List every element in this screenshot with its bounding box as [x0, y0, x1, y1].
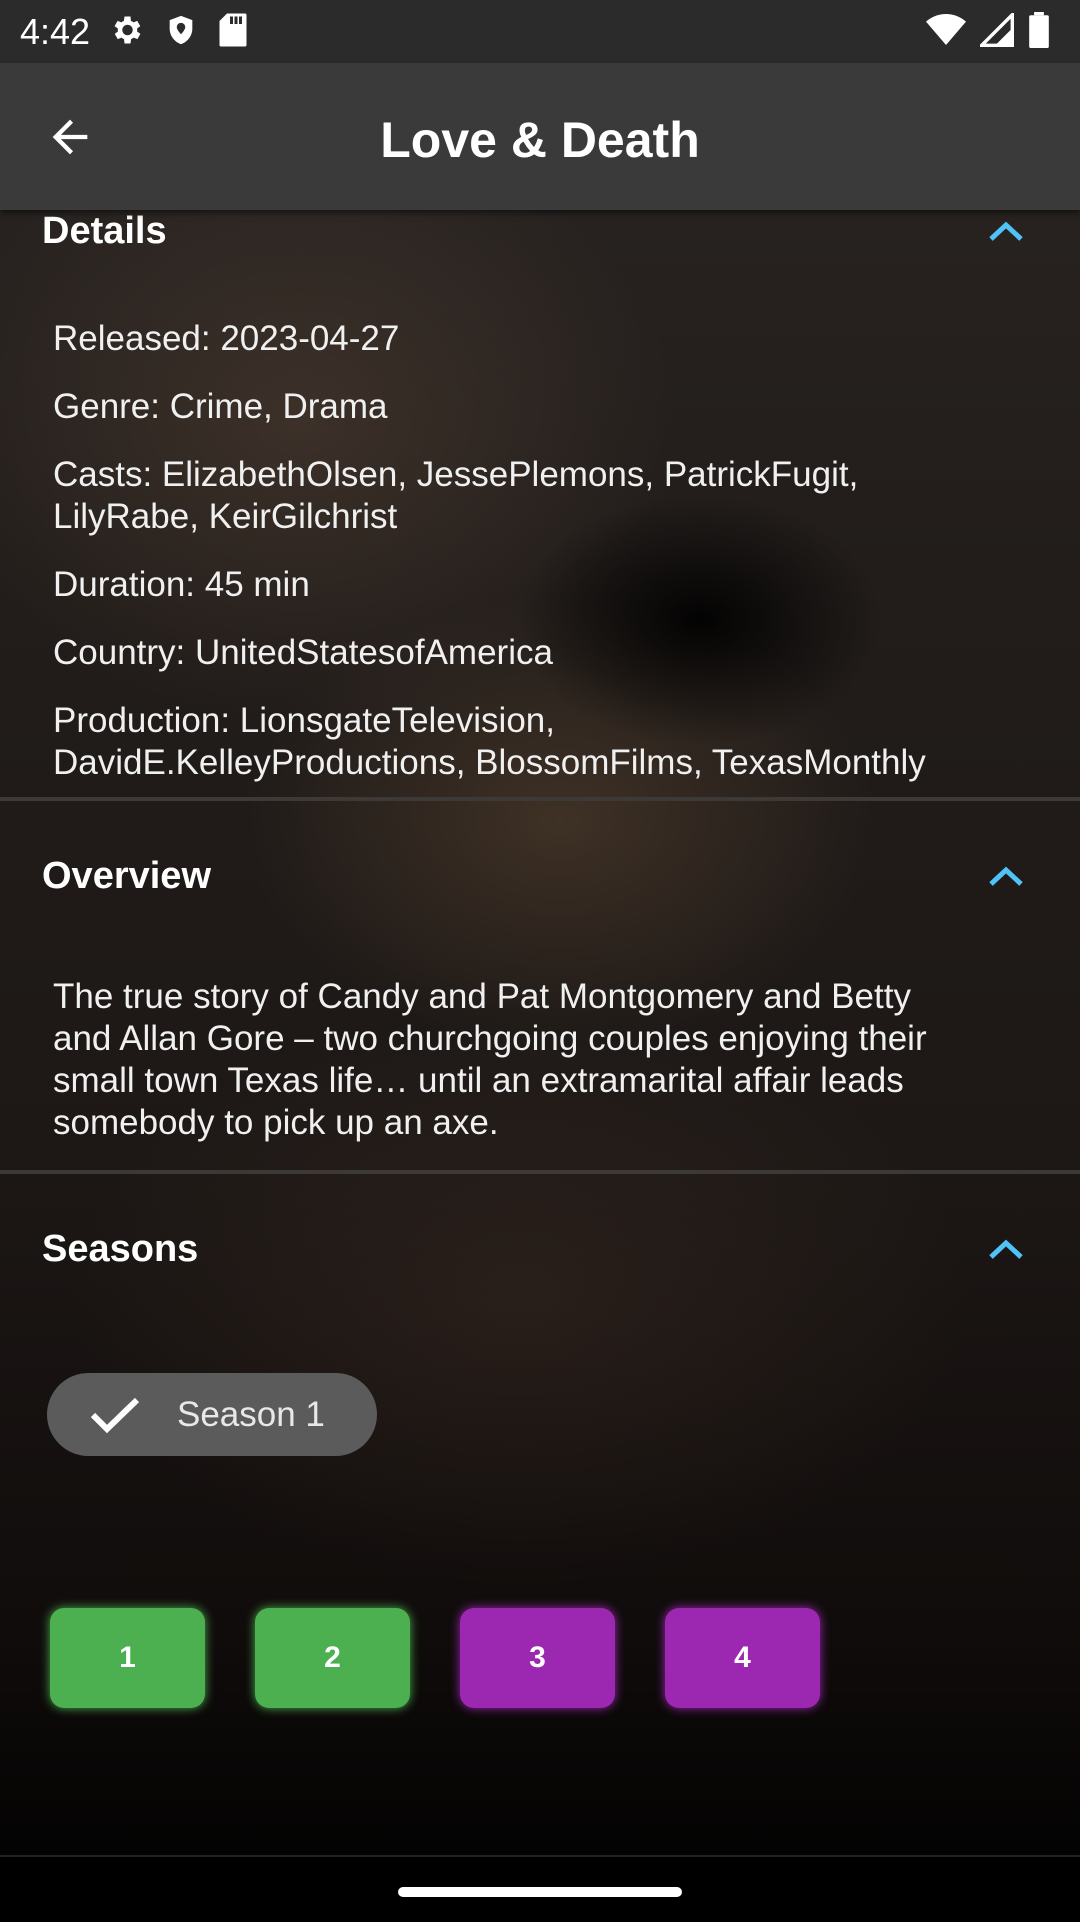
check-icon: [90, 1397, 140, 1434]
overview-line1: The true story of Candy and Pat Montgome…: [53, 977, 911, 1016]
detail-duration: Duration: 45 min: [53, 565, 310, 604]
chevron-up-icon[interactable]: [988, 865, 1024, 887]
status-bar: 4:42: [0, 0, 1080, 63]
detail-casts-line1: Casts: ElizabethOlsen, JessePlemons, Pat…: [53, 455, 859, 494]
overview-line3: small town Texas life… until an extramar…: [53, 1061, 904, 1100]
detail-casts-line2: LilyRabe, KeirGilchrist: [53, 497, 398, 536]
episode-button-1[interactable]: 1: [50, 1608, 205, 1708]
detail-production-line1: Production: LionsgateTelevision,: [53, 701, 555, 740]
overview-section-header[interactable]: Overview: [42, 855, 211, 898]
gear-icon: [108, 12, 144, 53]
status-time: 4:42: [20, 11, 91, 52]
page-title: Love & Death: [380, 112, 700, 168]
episode-button-2[interactable]: 2: [255, 1608, 410, 1708]
system-navigation-bar: [0, 1855, 1080, 1922]
detail-production-line2: DavidE.KelleyProductions, BlossomFilms, …: [53, 743, 926, 782]
chevron-up-icon[interactable]: [988, 1238, 1024, 1260]
season-chip-label: Season 1: [177, 1395, 325, 1434]
wifi-icon: [926, 13, 966, 52]
overview-line4: somebody to pick up an axe.: [53, 1103, 499, 1142]
chevron-up-icon[interactable]: [988, 220, 1024, 242]
detail-released: Released: 2023-04-27: [53, 319, 400, 358]
detail-country: Country: UnitedStatesofAmerica: [53, 633, 553, 672]
details-section-header[interactable]: Details: [42, 210, 167, 253]
episode-button-4[interactable]: 4: [665, 1608, 820, 1708]
section-divider: [0, 1170, 1080, 1174]
shield-icon: [164, 12, 198, 53]
detail-genre: Genre: Crime, Drama: [53, 387, 388, 426]
overview-line2: and Allan Gore – two churchgoing couples…: [53, 1019, 927, 1058]
section-divider: [0, 797, 1080, 801]
seasons-section-header[interactable]: Seasons: [42, 1228, 198, 1271]
home-gesture-handle[interactable]: [398, 1887, 682, 1897]
signal-icon: [977, 10, 1014, 52]
episode-button-3[interactable]: 3: [460, 1608, 615, 1708]
battery-icon: [1028, 12, 1050, 53]
sd-card-icon: [218, 12, 248, 53]
season-chip[interactable]: Season 1: [47, 1373, 377, 1456]
details-scroll-content[interactable]: Details Released: 2023-04-27 Genre: Crim…: [0, 210, 1080, 1850]
app-bar: Love & Death: [0, 63, 1080, 210]
